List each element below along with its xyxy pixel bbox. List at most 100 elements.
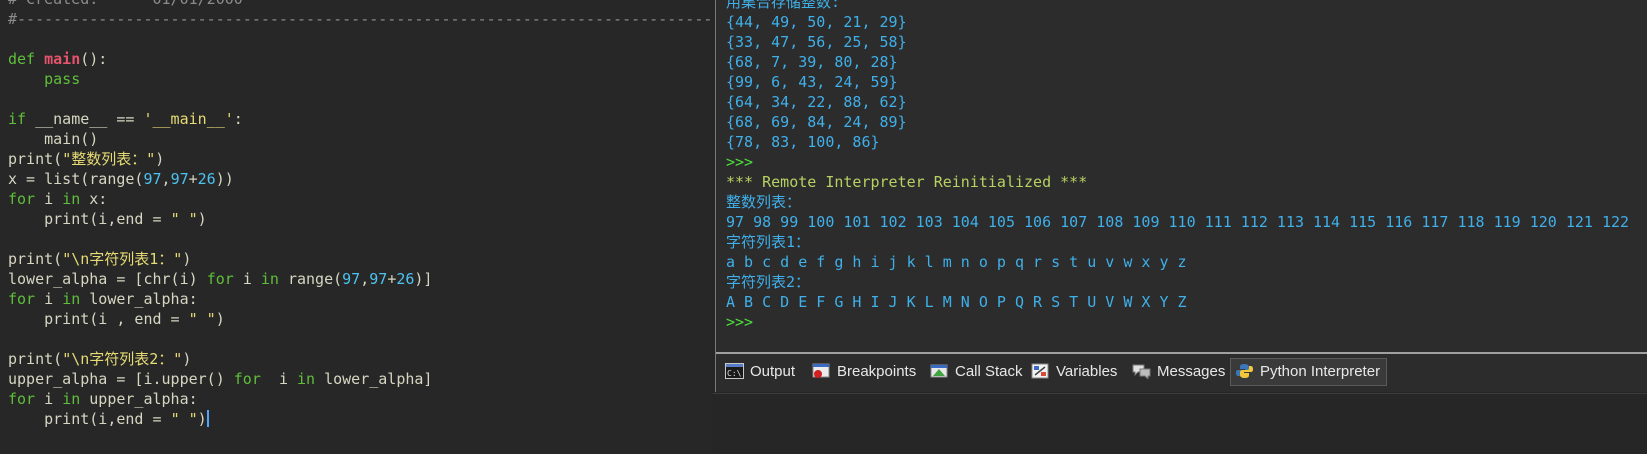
code-line: for i in lower_alpha: <box>8 289 713 309</box>
code-token: "\n字符列表2：" <box>62 350 183 368</box>
tab-python-interpreter[interactable]: Python Interpreter <box>1230 358 1388 386</box>
code-line: for i in x: <box>8 189 713 209</box>
code-token: for <box>8 390 45 408</box>
output-line: 整数列表： <box>726 193 802 211</box>
code-token: 97 <box>342 270 361 288</box>
output-line: {64, 34, 22, 88, 62} <box>726 93 907 111</box>
code-token: " " <box>170 410 198 428</box>
code-token: upper_alpha = [i.upper() <box>8 370 234 388</box>
code-token: 97 <box>143 170 162 188</box>
code-token: ) <box>215 310 225 328</box>
tab-label: Variables <box>1056 363 1118 380</box>
code-token: ) <box>155 150 165 168</box>
code-token: 26 <box>396 270 415 288</box>
output-line: a b c d e f g h i j k l m n o p q r s t … <box>726 253 1187 271</box>
python-icon <box>1235 362 1254 378</box>
code-token: for <box>206 270 243 288</box>
code-token: lower_alpha = [chr(i) <box>8 270 207 288</box>
output-line: 用集合存储整数: <box>726 0 841 11</box>
code-token: main <box>44 50 81 68</box>
divider <box>713 393 1647 394</box>
interpreter-prompt: >>> <box>726 153 754 171</box>
code-token: ) <box>197 410 207 428</box>
code-token: print( <box>8 250 63 268</box>
code-editor[interactable]: # Created: 01/01/2000 #------------------… <box>0 0 713 454</box>
tab-variables[interactable]: Variables <box>1031 359 1117 385</box>
code-line: # Created: 01/01/2000 <box>8 0 713 9</box>
code-token: : <box>233 110 243 128</box>
code-token: ) <box>197 210 207 228</box>
code-token: range( <box>287 270 343 288</box>
code-token: " " <box>170 210 198 228</box>
code-token: i <box>242 270 261 288</box>
code-line: lower_alpha = [chr(i) for i in range(97,… <box>8 269 713 289</box>
code-token: 97 <box>170 170 189 188</box>
code-token: if <box>8 110 36 128</box>
code-token: ) <box>182 250 192 268</box>
tab-messages[interactable]: Messages <box>1132 359 1225 385</box>
code-token: + <box>188 170 198 188</box>
output-line: {68, 7, 39, 80, 28} <box>726 53 898 71</box>
tab-breakpoints[interactable]: Breakpoints <box>812 359 916 385</box>
code-token: pass <box>8 70 81 88</box>
output-line: 字符列表2： <box>726 273 811 291</box>
code-token: main() <box>8 130 99 148</box>
output-line: {99, 6, 43, 24, 59} <box>726 73 898 91</box>
interpreter-prompt: >>> <box>726 313 754 331</box>
messages-icon <box>1132 362 1151 381</box>
code-token: for <box>8 290 45 308</box>
code-token: x = list(range( <box>8 170 144 188</box>
code-token: in <box>62 190 90 208</box>
code-token: print( <box>8 150 63 168</box>
tab-label: Python Interpreter <box>1260 363 1381 380</box>
code-line: print("\n字符列表2：") <box>8 349 713 369</box>
code-token: in <box>260 270 288 288</box>
python-interpreter-panel[interactable]: 用集合存储整数: {44, 49, 50, 21, 29} {33, 47, 56,… <box>715 0 1647 392</box>
console-icon: C:\ <box>725 362 744 379</box>
code-token: ) <box>182 350 192 368</box>
interpreter-output[interactable]: 用集合存储整数: {44, 49, 50, 21, 29} {33, 47, 56,… <box>726 0 1629 332</box>
code-token: )] <box>414 270 433 288</box>
code-line: print("整数列表：") <box>8 149 713 169</box>
code-token: , <box>360 270 370 288</box>
code-token: )) <box>215 170 234 188</box>
output-line: 97 98 99 100 101 102 103 104 105 106 107… <box>726 213 1630 231</box>
code-token: def <box>8 50 45 68</box>
code-token: 97 <box>369 270 388 288</box>
tab-label: Output <box>750 363 796 380</box>
tab-call-stack[interactable]: Call Stack <box>930 359 1023 385</box>
tab-output[interactable]: C:\ Output <box>725 359 795 385</box>
tab-label: Call Stack <box>955 363 1023 380</box>
output-line: 字符列表1： <box>726 233 811 251</box>
code-line: x = list(range(97,97+26)) <box>8 169 713 189</box>
code-line: print(i , end = " ") <box>8 309 713 329</box>
output-line: A B C D E F G H I J K L M N O P Q R S T … <box>726 293 1187 311</box>
code-token: in <box>62 390 90 408</box>
text-cursor <box>206 410 209 427</box>
code-token: lower_alpha: <box>89 290 198 308</box>
code-token: lower_alpha] <box>324 370 433 388</box>
code-token: + <box>387 270 397 288</box>
code-line: if __name__ == '__main__': <box>8 109 713 129</box>
variables-icon <box>1031 362 1050 379</box>
output-line: *** Remote Interpreter Reinitialized *** <box>726 173 1088 191</box>
code-token: print( <box>8 350 63 368</box>
code-token: in <box>62 290 90 308</box>
code-line: print(i,end = " ") <box>8 209 713 229</box>
code-token: # Created: 01/01/2000 <box>8 0 243 8</box>
code-token: for <box>233 370 279 388</box>
bottom-tab-bar: C:\ Output Breakpoints Call Stack Variables M… <box>716 354 1647 392</box>
code-token: '__main__' <box>143 110 234 128</box>
code-token: , <box>161 170 171 188</box>
code-token: print(i , end = <box>8 310 189 328</box>
code-line: upper_alpha = [i.upper() for i in lower_… <box>8 369 713 389</box>
code-line: for i in upper_alpha: <box>8 389 713 409</box>
tab-label: Messages <box>1157 363 1226 380</box>
code-line: def main(): <box>8 49 713 69</box>
code-token: for <box>8 190 45 208</box>
code-token: #---------------------------------------… <box>8 10 713 28</box>
code-token: x: <box>89 190 108 208</box>
